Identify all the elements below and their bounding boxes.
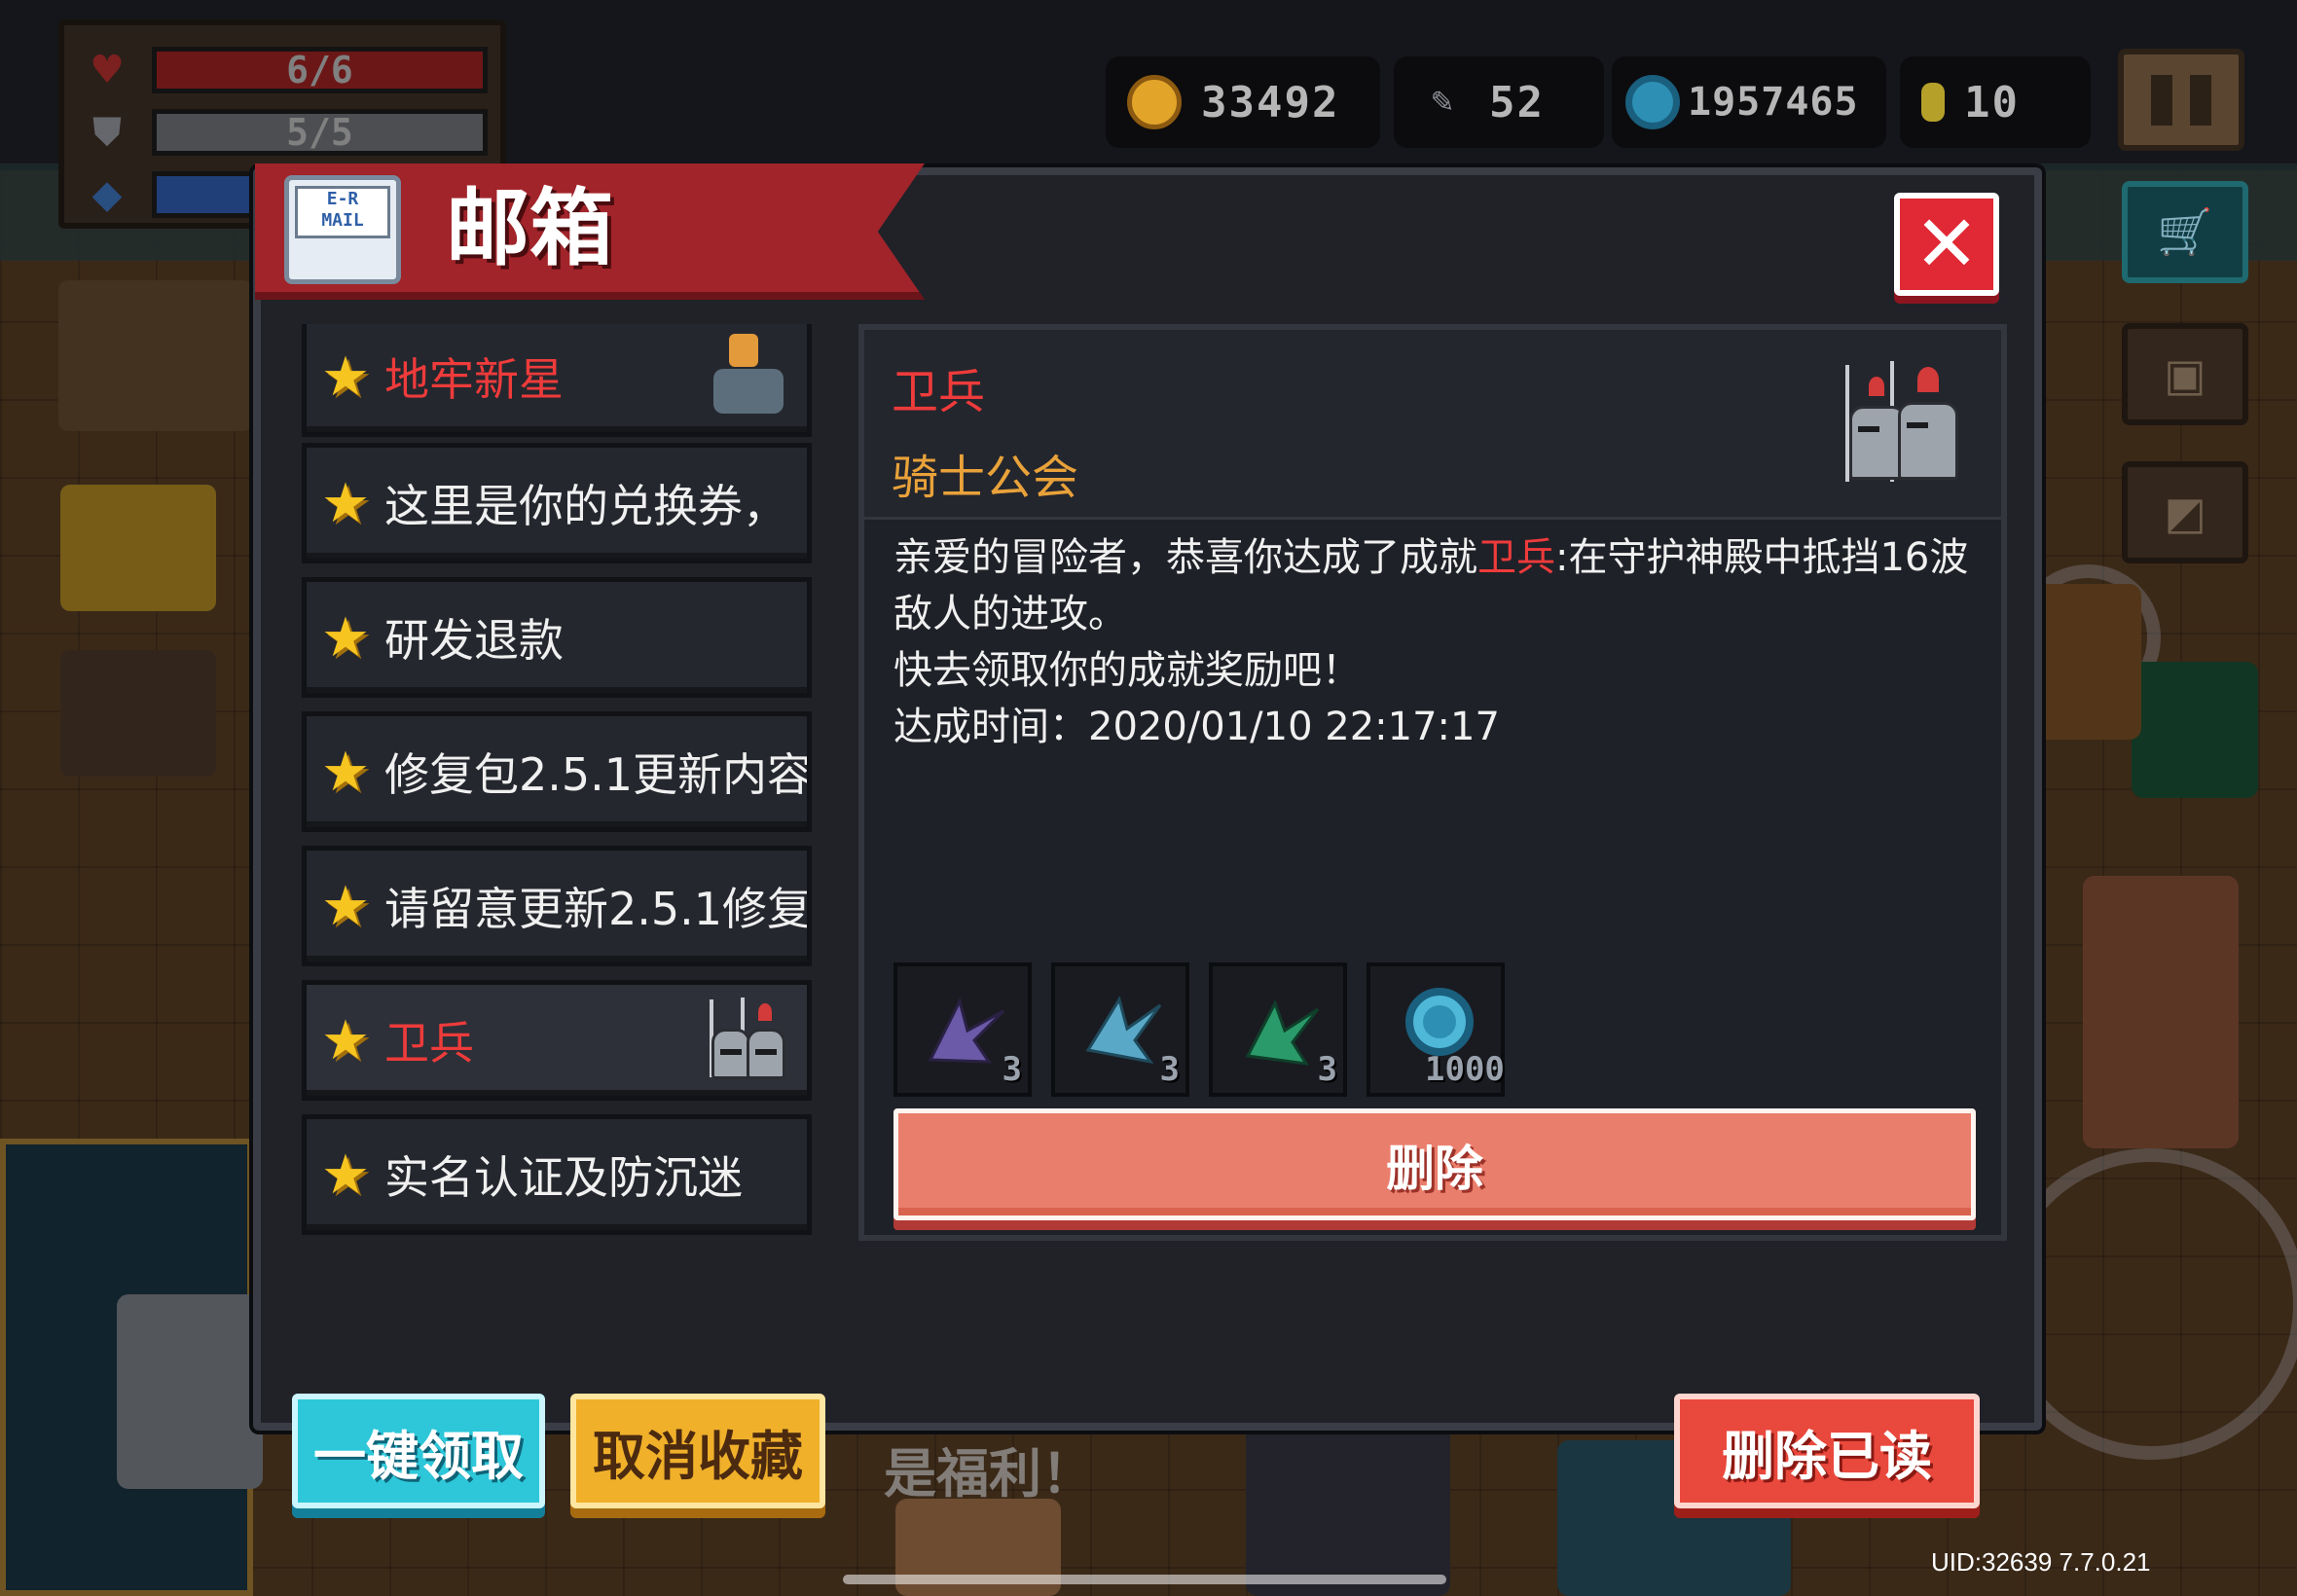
envelope-label: E-R MAIL	[295, 186, 390, 238]
heart-icon: ♥	[90, 48, 125, 92]
demon-character	[1246, 1421, 1450, 1596]
reward-count: 3	[1159, 1050, 1180, 1089]
reward-item[interactable]: 3	[1051, 962, 1189, 1097]
hp-row: ♥ 6/6	[84, 45, 492, 95]
home-indicator[interactable]	[843, 1575, 1446, 1584]
blue-coin-icon	[1405, 988, 1474, 1056]
achievement-time: 达成时间：2020/01/10 22:17:17	[893, 705, 1500, 749]
mail-item-label: 研发退款	[384, 614, 564, 667]
envelope-icon: E-R MAIL	[284, 175, 401, 284]
body-text-part: 亲爱的冒险者，恭喜你达成了成就	[893, 535, 1477, 580]
background-speech-text: 是福利！	[884, 1443, 1094, 1505]
shop-button[interactable]: 🛒	[2122, 181, 2248, 283]
reward-list: 3 3 3 1000	[893, 962, 1505, 1099]
mail-item[interactable]: ★ 研发退款	[302, 577, 812, 698]
gem-counter: 33492	[1106, 56, 1380, 148]
blue-shard-icon	[1085, 996, 1162, 1065]
star-icon: ★	[320, 740, 371, 804]
pause-bar-left	[2151, 74, 2172, 126]
profile-card-icon: ▣	[2164, 347, 2206, 401]
mail-item-label: 实名认证及防沉迷	[384, 1151, 743, 1204]
hp-bar: 6/6	[152, 47, 488, 93]
star-icon: ★	[320, 1008, 371, 1072]
mailbox-title: 邮箱	[446, 180, 613, 277]
swap-button[interactable]	[60, 650, 216, 777]
hp-value: 6/6	[286, 49, 353, 91]
reward-count: 1000	[1425, 1050, 1505, 1089]
reward-item[interactable]: 3	[1209, 962, 1347, 1097]
merchant-npc	[2083, 876, 2239, 1148]
unfavorite-button[interactable]: 取消收藏	[570, 1394, 825, 1508]
mail-item[interactable]: ★ 实名认证及防沉迷	[302, 1114, 812, 1235]
claim-all-button[interactable]: 一键领取	[292, 1394, 545, 1508]
feather-value: 52	[1489, 77, 1545, 127]
green-machine	[2132, 662, 2258, 798]
green-shard-icon	[1245, 999, 1320, 1066]
fish-bone-icon: ✎	[1430, 85, 1455, 120]
blue-coin-icon	[1625, 75, 1680, 129]
energy-diamond-icon: ◆	[91, 172, 123, 217]
seed-icon	[1921, 83, 1945, 122]
blue-coin-counter: 1957465	[1612, 56, 1886, 148]
gem-value: 33492	[1201, 77, 1340, 127]
pause-bar-right	[2190, 74, 2211, 126]
chart-icon: ◩	[2164, 486, 2206, 539]
mail-item[interactable]: ★ 这里是你的兑换券，	[302, 443, 812, 563]
knights-thumbnail-icon	[704, 994, 797, 1087]
mail-list[interactable]: ★ 地牢新星 ★ 这里是你的兑换券， ★ 研发退款 ★ 修复包2.5.1更新内容…	[292, 324, 825, 1249]
star-icon: ★	[320, 605, 371, 670]
seed-value: 10	[1964, 77, 2020, 127]
armor-bar: 5/5	[152, 109, 488, 156]
purple-shard-icon	[928, 997, 1005, 1064]
body-line: 快去领取你的成就奖励吧！	[893, 648, 1361, 693]
close-button[interactable]: ✕	[1894, 193, 1999, 296]
reward-count: 3	[1317, 1050, 1337, 1089]
armor-value: 5/5	[286, 111, 353, 154]
mail-item-label: 卫兵	[384, 1017, 474, 1070]
mail-detail-panel: 卫兵 骑士公会 亲爱的冒险者，恭喜你达成了成就卫兵:在守护神殿中抵挡16波敌人的…	[858, 324, 2007, 1241]
sender-organization: 骑士公会	[892, 451, 1079, 505]
reward-count: 3	[1002, 1050, 1022, 1089]
uid-label: UID:32639 7.7.0.21	[1931, 1547, 2151, 1577]
star-icon: ★	[320, 1143, 371, 1207]
map-pin-button[interactable]	[60, 485, 216, 611]
mail-detail-header: 卫兵 骑士公会	[864, 330, 2001, 520]
mail-item[interactable]: ★ 修复包2.5.1更新内容	[302, 711, 812, 832]
stats-button[interactable]: ◩	[2122, 461, 2248, 563]
mail-item-selected[interactable]: ★ 卫兵	[302, 980, 812, 1101]
delete-read-button[interactable]: 删除已读	[1674, 1394, 1980, 1508]
rat-npc	[117, 1294, 263, 1489]
seed-counter: 10	[1900, 56, 2091, 148]
cart-icon: 🛒	[2157, 205, 2213, 258]
pause-button[interactable]	[2118, 49, 2244, 151]
reward-item[interactable]: 1000	[1367, 962, 1505, 1097]
rider-thumbnail-icon	[704, 330, 797, 423]
blue-coin-value: 1957465	[1688, 80, 1859, 125]
mail-body: 亲爱的冒险者，恭喜你达成了成就卫兵:在守护神殿中抵挡16波敌人的进攻。 快去领取…	[893, 529, 1984, 755]
character-portrait[interactable]	[58, 280, 253, 431]
mail-item-label: 这里是你的兑换券，	[384, 480, 787, 532]
mail-item-label: 修复包2.5.1更新内容	[384, 748, 807, 801]
star-icon: ★	[320, 345, 371, 409]
gold-gem-icon	[1127, 75, 1182, 129]
brown-npc	[2034, 584, 2141, 740]
profile-button[interactable]: ▣	[2122, 323, 2248, 425]
knights-avatar-icon	[1836, 357, 1972, 493]
mail-item-label: 地牢新星	[384, 353, 564, 406]
sender-name: 卫兵	[892, 365, 986, 419]
armor-row: ⛊ 5/5	[84, 107, 492, 158]
shield-icon: ⛊	[92, 110, 122, 155]
mail-item-label: 请留意更新2.5.1修复	[384, 883, 807, 935]
mail-item[interactable]: ★ 请留意更新2.5.1修复	[302, 846, 812, 966]
delete-button[interactable]: 删除	[893, 1108, 1976, 1220]
star-icon: ★	[320, 874, 371, 938]
feather-counter: ✎ 52	[1394, 56, 1604, 148]
mail-item[interactable]: ★ 地牢新星	[302, 324, 812, 437]
reward-item[interactable]: 3	[893, 962, 1032, 1097]
body-highlight: 卫兵	[1477, 535, 1555, 580]
star-icon: ★	[320, 471, 371, 535]
close-icon: ✕	[1914, 199, 1980, 289]
